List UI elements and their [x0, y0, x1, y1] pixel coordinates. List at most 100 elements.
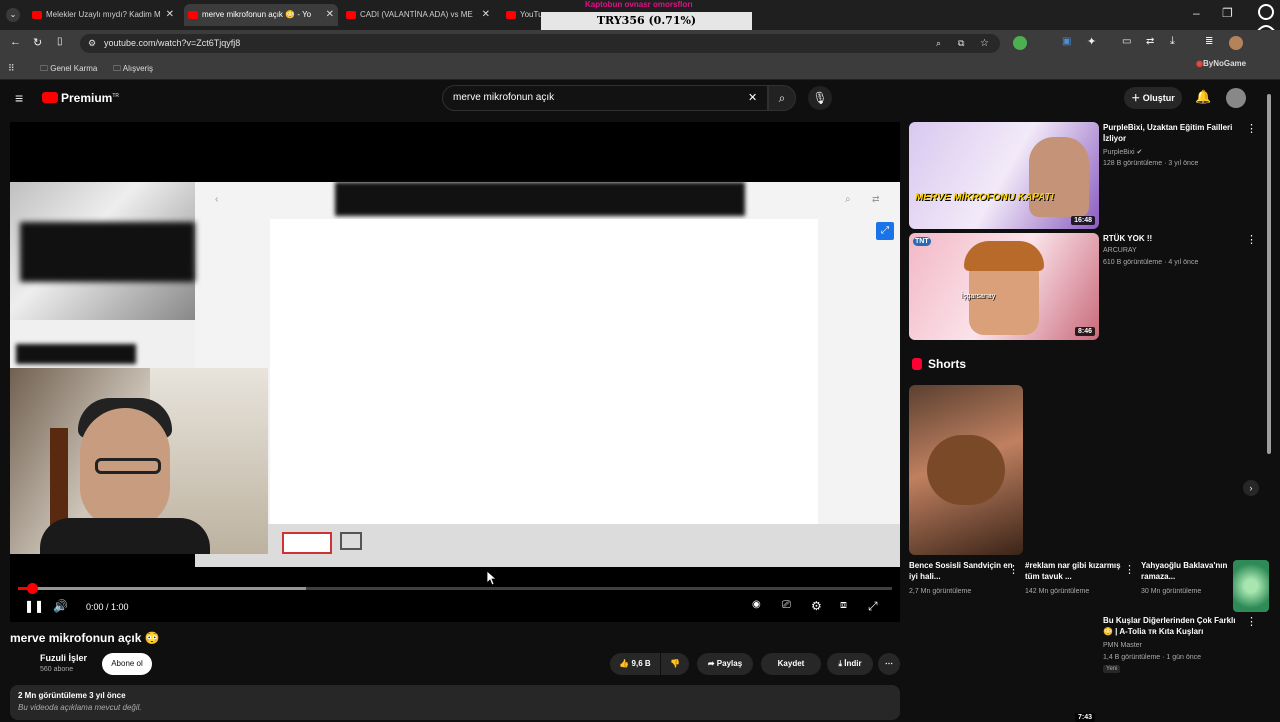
video-screen-capture: ‹ ⌕ ⇄ ⤢ — [195, 182, 900, 567]
site-info-icon[interactable]: ⚙ — [88, 34, 96, 53]
browser-tab[interactable]: Melekler Uzaylı mıydı? Kadim M ✕ — [28, 4, 178, 26]
recommendation-item[interactable]: İşgarsanay TNT 8:46 RTÜK YOK !! ARCURAY … — [909, 233, 1269, 341]
create-label: Oluştur — [1142, 93, 1175, 103]
video-thumbnail[interactable]: MERVE MİKROFONU KAPAT! 16:48 — [909, 122, 1099, 229]
volume-icon[interactable]: 🔊 — [53, 599, 68, 613]
video-thumbnail[interactable]: 7:43 — [909, 615, 1099, 722]
tab-title: Melekler Uzaylı mıydı? Kadim M — [46, 10, 161, 19]
close-tab-icon[interactable]: ✕ — [482, 4, 490, 26]
video-thumbnail[interactable]: İşgarsanay TNT 8:46 — [909, 233, 1099, 340]
notifications-bell-icon[interactable]: 🔔 — [1195, 89, 1211, 105]
more-actions-button[interactable]: ⋯ — [878, 653, 900, 675]
translate-page-icon[interactable]: ⇄ — [1146, 36, 1154, 47]
browser-tab-active[interactable]: merve mikrofonun açık 😳 - Yo ✕ — [184, 4, 338, 26]
short-views: 30 Mn görüntüleme — [1141, 588, 1202, 595]
tab-sidebar-icon[interactable]: ▭ — [1122, 36, 1131, 47]
fullscreen-icon[interactable]: ⤢ — [868, 599, 878, 614]
censor-block — [20, 222, 195, 282]
browser-tab[interactable]: YouTube — [502, 4, 542, 26]
progress-bar[interactable] — [18, 583, 892, 594]
glasses — [95, 458, 161, 474]
more-vertical-icon[interactable]: ⋮ — [1246, 615, 1257, 628]
settings-gear-icon[interactable]: ⚙ — [811, 599, 822, 613]
extension-icon[interactable] — [1013, 36, 1027, 50]
apps-grid-icon[interactable]: ⠿ — [8, 63, 15, 74]
description-box[interactable]: 2 Mn görüntüleme 3 yıl önce Bu videoda a… — [10, 685, 900, 720]
short-item[interactable]: Bence Sosisli Sandviçin en iyi hali... 2… — [909, 560, 1019, 595]
like-button[interactable]: 👍 9,6 B — [610, 653, 660, 675]
create-button[interactable]: ＋ Oluştur — [1124, 87, 1182, 109]
partial-short-thumbnail[interactable] — [1233, 560, 1269, 612]
recommendation-meta: 610 B görüntüleme · 4 yıl önce — [1103, 259, 1199, 266]
youtube-logo[interactable]: PremiumTR — [42, 91, 119, 105]
tab-search-button[interactable]: ⌄ — [6, 8, 20, 22]
download-button[interactable]: ⤓ İndir — [827, 653, 873, 675]
scrollbar-thumb[interactable] — [1267, 94, 1271, 454]
miniplayer-icon[interactable]: ⧈ — [840, 599, 847, 612]
short-item[interactable]: Yahyaoğlu Baklava'nın ramaza... 30 Mn gö… — [1141, 560, 1233, 595]
page-scrollbar[interactable] — [1267, 84, 1273, 720]
extensions-puzzle-icon[interactable]: ✦ — [1087, 35, 1096, 48]
side-panel-icon[interactable]: ▯ — [57, 36, 63, 47]
logo-text: Premium — [61, 91, 113, 105]
bookmark-label: Alışveriş — [122, 64, 154, 73]
bookmark-folder[interactable]: 🗀 Alışveriş — [113, 63, 153, 77]
account-avatar[interactable] — [1226, 88, 1246, 108]
profile-avatar[interactable] — [1229, 36, 1243, 50]
reload-icon[interactable]: ↻ — [33, 36, 42, 49]
recommendation-channel: PurpleBixi ✔ — [1103, 148, 1142, 156]
recommendation-item[interactable]: MERVE MİKROFONU KAPAT! 16:48 PurpleBixi,… — [909, 122, 1269, 230]
shorts-heading: Shorts — [912, 357, 966, 371]
search-button[interactable]: ⌕ — [768, 85, 796, 111]
more-vertical-icon[interactable]: ⋮ — [1008, 563, 1019, 576]
translate-icon[interactable]: ▣ — [1062, 36, 1071, 47]
bookmark-folder[interactable]: 🗀 Genel Karma — [40, 63, 97, 77]
search-input[interactable]: merve mikrofonun açık ✕ — [442, 85, 768, 111]
bookmark-star-icon[interactable]: ☆ — [980, 34, 989, 53]
dislike-button[interactable]: 👎 — [661, 653, 689, 675]
folder-icon: 🗀 — [113, 64, 121, 73]
views-and-date: 2 Mn görüntüleme 3 yıl önce — [18, 691, 126, 700]
bynogame-logo[interactable]: ◉ByNoGame — [1196, 59, 1246, 68]
more-vertical-icon[interactable]: ⋮ — [1246, 122, 1257, 135]
close-tab-icon[interactable]: ✕ — [166, 4, 174, 26]
zoom-icon[interactable]: ⌕ — [936, 34, 941, 53]
chevron-right-icon[interactable]: › — [1243, 480, 1259, 496]
close-tab-icon[interactable]: ✕ — [326, 4, 334, 26]
back-icon[interactable]: ← — [10, 36, 21, 48]
url-field[interactable]: ⚙ youtube.com/watch?v=Zct6Tjqyfj8 ⌕ ⧉ ☆ — [80, 34, 1000, 53]
recommendation-item[interactable]: 7:43 Bu Kuşlar Diğerlerinden Çok Farklı … — [909, 615, 1269, 722]
address-bar-row: ← ↻ ▯ ⚙ youtube.com/watch?v=Zct6Tjqyfj8 … — [0, 30, 1280, 56]
subscribe-button[interactable]: Abone ol — [102, 653, 152, 675]
thumbnail-hair — [964, 241, 1044, 271]
subtitles-icon[interactable]: ⎚ — [782, 599, 791, 612]
scrubber-handle[interactable] — [27, 583, 38, 594]
share-button[interactable]: ➦ Paylaş — [697, 653, 753, 675]
short-item[interactable]: #reklam nar gibi kızarmış tüm tavuk ... … — [1025, 560, 1135, 595]
shorts-logo-icon — [912, 358, 922, 370]
minimize-icon[interactable]: – — [1193, 6, 1200, 20]
more-vertical-icon[interactable]: ⋮ — [1124, 563, 1135, 576]
video-player[interactable]: ‹ ⌕ ⇄ ⤢ ❚❚ 🔊 0:00 / 1:00 ◉ ⎚ ⚙ ⧈ ⤢ — [10, 122, 900, 622]
stream-currency-ticker: TRY356 (0.71%) — [541, 12, 752, 30]
mouse-cursor-icon — [487, 571, 497, 585]
browser-tab[interactable]: CADI (VALANTİNA ADA) vs ME ✕ — [342, 4, 494, 26]
more-icon: ⇄ — [872, 194, 880, 204]
install-icon[interactable]: ⧉ — [958, 34, 964, 53]
short-thumbnail[interactable] — [909, 385, 1023, 555]
more-vertical-icon[interactable]: ⋮ — [1246, 233, 1257, 246]
short-title: #reklam nar gibi kızarmış tüm tavuk ... — [1025, 561, 1121, 581]
channel-name[interactable]: Fuzuli İşler — [40, 653, 87, 663]
shirt — [40, 518, 210, 554]
pause-icon[interactable]: ❚❚ — [24, 599, 44, 613]
clear-search-icon[interactable]: ✕ — [748, 86, 757, 110]
voice-search-button[interactable]: 🎙 — [808, 86, 832, 110]
folder-icon: 🗀 — [40, 64, 48, 73]
restore-icon[interactable]: ❐ — [1222, 6, 1233, 20]
hamburger-menu-icon[interactable]: ≡ — [15, 90, 23, 106]
save-button[interactable]: Kaydet — [761, 653, 821, 675]
autoplay-toggle-icon[interactable]: ◉ — [752, 599, 761, 610]
channel-avatar[interactable] — [10, 653, 34, 677]
menu-list-icon[interactable]: ≣ — [1205, 36, 1213, 47]
download-icon[interactable]: ⤓ — [1170, 35, 1175, 48]
